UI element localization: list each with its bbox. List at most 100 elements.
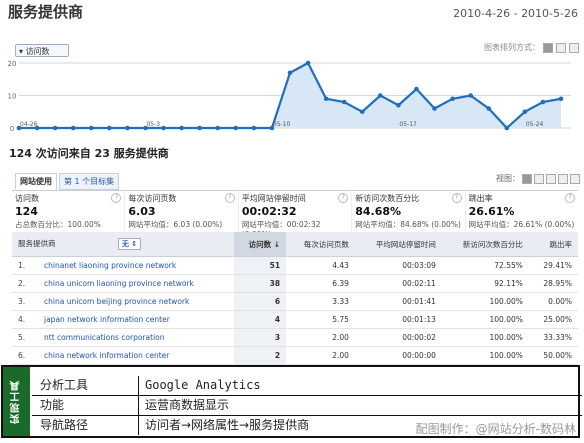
metric-bounce-rate: ? 跳出率 26.61% 网站平均值：26.61% (0.00%) (466, 191, 578, 231)
help-icon[interactable]: ? (224, 193, 235, 203)
cell-avg-time: 00:01:41 (354, 292, 442, 311)
cell-new-visits: 72.55% (441, 256, 529, 275)
table-row: 2. china unicom liaoning province networ… (12, 274, 578, 293)
y-tick-label: 20 (8, 60, 17, 68)
cell-new-visits: 100.00% (441, 292, 529, 311)
tab-site-usage[interactable]: 网站使用 (15, 173, 57, 190)
pivot-view-icon[interactable] (570, 173, 580, 184)
table-row: 5. ntt communications corporation 3 2.00… (12, 328, 578, 347)
provider-link[interactable]: china unicom liaoning province network (38, 274, 234, 293)
motion-chart-view-icon[interactable] (569, 42, 579, 53)
data-point (323, 96, 329, 102)
column-header-visits[interactable]: 访问数 ↓ (233, 232, 287, 257)
column-header-provider[interactable]: 服务提供商 无 ⇕ (12, 232, 234, 257)
column-header-bounce-rate[interactable]: 跳出率 (528, 232, 578, 257)
cell-bounce-rate: 28.95% (528, 274, 578, 293)
cell-avg-time: 00:00:02 (354, 328, 442, 347)
cell-pages-per-visit: 3.33 (286, 292, 355, 311)
row-index: 1. (12, 256, 38, 275)
x-tick-label: 04-26 (20, 121, 38, 128)
metric-label: 访问数 (15, 194, 39, 203)
table-row: 4. japan network information center 4 5.… (12, 310, 578, 329)
tab-goal-set-1[interactable]: 第 1 个目标集 (59, 173, 120, 190)
y-tick-label: 0 (10, 125, 14, 133)
data-point (378, 93, 383, 98)
data-point (432, 106, 437, 111)
data-point (341, 99, 347, 105)
table-row: 1. chinanet liaoning province network 51… (12, 256, 578, 275)
column-header-label: 服务提供商 (18, 239, 56, 248)
data-point (305, 60, 311, 66)
table-view-icon[interactable] (522, 173, 532, 184)
provider-link[interactable]: japan network information center (38, 310, 234, 329)
metric-value: 00:02:32 (241, 205, 297, 218)
info-row-function: 功能 运营商数据显示 (32, 396, 582, 416)
cell-avg-time: 00:00:00 (354, 346, 442, 365)
data-point (52, 125, 58, 131)
cell-new-visits: 100.00% (441, 346, 529, 365)
summary-heading: 124 次访问来自 23 服务提供商 (9, 147, 169, 160)
dimension-filter-select[interactable]: 无 ⇕ (117, 238, 142, 250)
metric-value: 124 (15, 205, 38, 218)
row-index: 5. (12, 328, 38, 347)
data-point (70, 125, 76, 131)
cell-pages-per-visit: 2.00 (286, 346, 355, 365)
metric-label: 每次访问页数 (128, 194, 177, 203)
cell-new-visits: 92.11% (441, 274, 529, 293)
view-switcher: 视图： (496, 173, 580, 184)
provider-link[interactable]: ntt communications corporation (38, 328, 234, 347)
filter-label: 无 (121, 240, 129, 248)
column-header-avg-time[interactable]: 平均网站停留时间 (354, 232, 442, 257)
comparison-view-icon[interactable] (558, 173, 568, 184)
metric-subtext: 网站平均值：6.03 (0.00%) (128, 220, 223, 229)
cell-bounce-rate: 33.33% (528, 328, 578, 347)
chart-type-control: 图表排列方式： (484, 42, 579, 53)
column-header-new-visits[interactable]: 新访问次数百分比 (441, 232, 529, 257)
table-row: 6. china network information center 2 2.… (12, 346, 578, 365)
data-point (88, 125, 94, 131)
metrics-summary: ? 访问数 124 占总数百分比：100.00% ? 每次访问页数 6.03 网… (12, 190, 578, 239)
data-point (486, 106, 492, 111)
info-value: 运营商数据显示 (145, 398, 230, 412)
provider-link[interactable]: chinanet liaoning province network (38, 256, 234, 275)
data-point (125, 125, 130, 131)
cell-pages-per-visit: 5.75 (286, 310, 355, 329)
metric-subtext: 网站平均值：26.61% (0.00%) (468, 220, 575, 229)
metric-label: 平均网站停留时间 (241, 194, 306, 203)
performance-view-icon[interactable] (546, 173, 556, 184)
row-index: 3. (12, 292, 38, 311)
metric-value: 84.68% (355, 205, 402, 218)
x-tick-label: 05-17 (399, 121, 417, 128)
column-header-pages-per-visit[interactable]: 每次访问页数 (286, 232, 355, 257)
cell-visits: 4 (233, 310, 287, 329)
view-label: 视图： (496, 174, 520, 183)
pie-view-icon[interactable] (534, 173, 544, 184)
metric-visits: ? 访问数 124 占总数百分比：100.00% (12, 191, 126, 231)
data-point (179, 125, 184, 131)
x-tick-label: 05-3 (146, 121, 160, 128)
help-icon[interactable]: ? (565, 193, 576, 203)
cell-bounce-rate: 25.00% (528, 310, 578, 329)
provider-table: 服务提供商 无 ⇕ 访问数 ↓ 每次访问页数 平均网站停留时间 新访问次数百分比… (12, 232, 578, 365)
date-range-picker[interactable]: 2010-4-26 - 2010-5-26 (453, 7, 578, 20)
provider-link[interactable]: china unicom beijing province network (38, 292, 234, 311)
data-point (215, 125, 221, 131)
help-icon[interactable]: ? (451, 193, 462, 203)
cell-avg-time: 00:02:11 (354, 274, 442, 293)
x-tick-label: 05-24 (526, 121, 544, 128)
data-point (414, 86, 419, 92)
cell-avg-time: 00:01:13 (354, 310, 442, 329)
provider-link[interactable]: china network information center (38, 346, 234, 365)
cell-avg-time: 00:03:09 (354, 256, 442, 275)
cell-new-visits: 100.00% (441, 328, 529, 347)
cell-pages-per-visit: 2.00 (286, 328, 355, 347)
data-point (540, 99, 546, 105)
line-chart-view-icon[interactable] (543, 42, 553, 53)
data-point (251, 125, 257, 131)
info-value: Google Analytics (145, 378, 261, 392)
cell-visits: 6 (233, 292, 287, 311)
row-index: 4. (12, 310, 38, 329)
bar-chart-view-icon[interactable] (556, 42, 566, 53)
metric-label: 跳出率 (468, 194, 493, 203)
data-point (450, 96, 455, 102)
